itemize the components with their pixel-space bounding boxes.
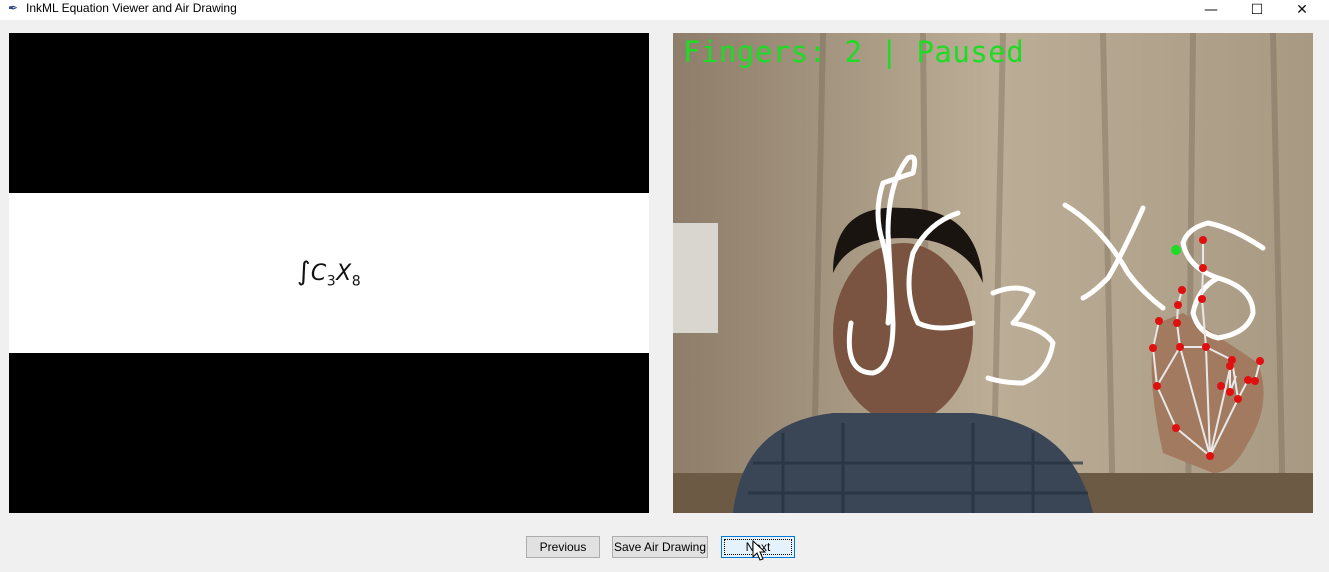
- finger-status-overlay: Fingers: 2 | Paused: [683, 35, 1025, 69]
- title-bar: ✒ InkML Equation Viewer and Air Drawing …: [0, 0, 1329, 20]
- window-title: InkML Equation Viewer and Air Drawing: [26, 1, 237, 15]
- webcam-feed: Fingers: 2 | Paused: [673, 33, 1313, 513]
- minimize-button[interactable]: —: [1188, 0, 1234, 20]
- rendered-equation: ∫C3X8: [296, 256, 362, 290]
- equation-render-area: ∫C3X8: [9, 193, 649, 353]
- previous-button[interactable]: Previous: [526, 536, 600, 558]
- maximize-button[interactable]: ☐: [1234, 0, 1280, 20]
- mouse-cursor-icon: [752, 540, 766, 561]
- equation-viewer: ∫C3X8: [9, 33, 649, 513]
- webcam-image: [673, 33, 1313, 513]
- save-air-drawing-button[interactable]: Save Air Drawing: [612, 536, 708, 558]
- close-button[interactable]: ✕: [1279, 0, 1325, 20]
- feather-icon: ✒: [8, 1, 19, 15]
